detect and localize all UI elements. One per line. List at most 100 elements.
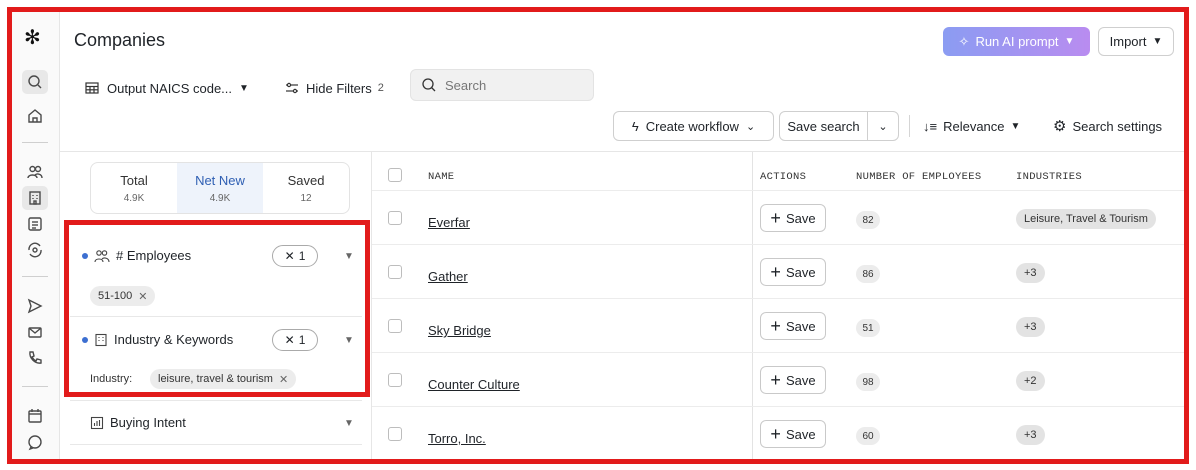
chevron-down-icon: ▼ bbox=[1152, 36, 1163, 47]
run-ai-prompt-label: Run AI prompt bbox=[975, 34, 1059, 49]
select-all-checkbox[interactable] bbox=[388, 168, 402, 182]
filter-employees-label: # Employees bbox=[116, 248, 192, 263]
send-icon[interactable] bbox=[22, 294, 48, 318]
industry-badge[interactable]: +3 bbox=[1016, 263, 1045, 283]
chevron-down-icon[interactable]: ▼ bbox=[344, 335, 354, 346]
chat-icon[interactable] bbox=[22, 430, 48, 454]
column-header-name[interactable]: NAME bbox=[428, 171, 454, 183]
output-naics-label: Output NAICS code... bbox=[107, 80, 233, 96]
save-company-button[interactable]: + Save bbox=[760, 204, 826, 232]
industry-badge[interactable]: +3 bbox=[1016, 425, 1045, 445]
close-icon[interactable]: ✕ bbox=[279, 373, 288, 386]
home-icon[interactable] bbox=[22, 104, 48, 128]
import-button[interactable]: Import ▼ bbox=[1098, 27, 1174, 56]
segment-label: Saved bbox=[287, 172, 325, 188]
left-rail: ✻ bbox=[12, 12, 60, 459]
toolbar-divider bbox=[909, 115, 910, 137]
hide-filters-button[interactable]: Hide Filters 2 bbox=[284, 75, 384, 101]
people-icon[interactable] bbox=[22, 160, 48, 184]
sort-icon: ↓≡ bbox=[923, 118, 938, 134]
company-name-link[interactable]: Sky Bridge bbox=[428, 323, 491, 338]
chevron-down-icon[interactable]: ▼ bbox=[344, 418, 354, 429]
close-icon[interactable]: ✕ bbox=[138, 290, 147, 303]
segment-total[interactable]: Total 4.9K bbox=[91, 163, 177, 213]
filter-buying-title: Buying Intent bbox=[90, 415, 186, 430]
employees-chip[interactable]: 51-100 ✕ bbox=[90, 286, 156, 306]
calendar-icon[interactable] bbox=[22, 404, 48, 428]
chevron-down-icon[interactable]: ▼ bbox=[344, 251, 354, 262]
industry-count-pill[interactable]: ✕ 1 bbox=[272, 329, 318, 351]
filter-employees-title: # Employees bbox=[82, 248, 191, 263]
column-header-employees[interactable]: NUMBER OF EMPLOYEES bbox=[856, 171, 981, 183]
save-company-button[interactable]: + Save bbox=[760, 312, 826, 340]
table-row[interactable]: Torro, Inc. + Save 60 +3 bbox=[372, 406, 1184, 459]
chevron-down-icon: ⌄ bbox=[878, 120, 888, 133]
app-logo-icon[interactable]: ✻ bbox=[24, 28, 41, 48]
employees-count-pill[interactable]: ✕ 1 bbox=[272, 245, 318, 267]
row-checkbox[interactable] bbox=[388, 265, 402, 279]
results-table: NAME ACTIONS NUMBER OF EMPLOYEES INDUSTR… bbox=[372, 151, 1184, 459]
search-settings-label: Search settings bbox=[1072, 118, 1163, 134]
create-workflow-label: Create workflow bbox=[645, 118, 739, 134]
building-icon[interactable] bbox=[22, 186, 48, 210]
sync-icon[interactable] bbox=[22, 238, 48, 262]
save-company-button[interactable]: + Save bbox=[760, 258, 826, 286]
column-header-industries[interactable]: INDUSTRIES bbox=[1016, 171, 1082, 183]
output-naics-dropdown[interactable]: Output NAICS code... ▼ bbox=[84, 75, 249, 101]
building-icon bbox=[95, 333, 107, 346]
chevron-down-icon: ▼ bbox=[1010, 120, 1021, 132]
run-ai-prompt-button[interactable]: ✧ Run AI prompt ▼ bbox=[943, 27, 1090, 56]
industry-chip[interactable]: leisure, travel & tourism ✕ bbox=[150, 369, 297, 389]
table-row[interactable]: Sky Bridge + Save 51 +3 bbox=[372, 298, 1184, 352]
phone-icon[interactable] bbox=[22, 346, 48, 370]
save-company-button[interactable]: + Save bbox=[760, 366, 826, 394]
chevron-down-icon: ⌄ bbox=[745, 120, 756, 133]
save-label: Save bbox=[785, 372, 816, 388]
segment-count: 4.9K bbox=[209, 192, 231, 204]
search-icon[interactable] bbox=[22, 70, 48, 94]
employee-count-badge: 82 bbox=[856, 211, 880, 229]
segment-count: 12 bbox=[300, 192, 312, 204]
search-input[interactable] bbox=[445, 77, 575, 93]
search-settings-button[interactable]: ⚙ Search settings bbox=[1053, 111, 1162, 141]
table-row[interactable]: Gather + Save 86 +3 bbox=[372, 244, 1184, 298]
filter-panel: Total 4.9K Net New 4.9K Saved 12 # Emplo… bbox=[60, 151, 372, 459]
row-checkbox[interactable] bbox=[388, 211, 402, 225]
create-workflow-button[interactable]: ϟ Create workflow ⌄ bbox=[613, 111, 774, 141]
sort-relevance-dropdown[interactable]: ↓≡ Relevance ▼ bbox=[923, 111, 1020, 141]
employees-count: 1 bbox=[298, 249, 306, 263]
company-name-link[interactable]: Torro, Inc. bbox=[428, 431, 486, 446]
save-search-button[interactable]: Save search bbox=[780, 112, 868, 140]
filter-count: 2 bbox=[377, 82, 384, 94]
row-checkbox[interactable] bbox=[388, 319, 402, 333]
company-name-link[interactable]: Counter Culture bbox=[428, 377, 520, 392]
list-icon[interactable] bbox=[22, 212, 48, 236]
save-search-options-button[interactable]: ⌄ bbox=[868, 112, 898, 140]
industry-sub-label: Industry: bbox=[90, 373, 133, 385]
chevron-down-icon: ▼ bbox=[1064, 36, 1075, 47]
search-icon bbox=[422, 78, 436, 92]
filter-buying-label: Buying Intent bbox=[110, 415, 186, 430]
industry-badge[interactable]: Leisure, Travel & Tourism bbox=[1016, 209, 1156, 229]
row-checkbox[interactable] bbox=[388, 373, 402, 387]
active-dot-icon bbox=[82, 336, 88, 343]
employee-count-badge: 86 bbox=[856, 265, 880, 283]
table-row[interactable]: Counter Culture + Save 98 +2 bbox=[372, 352, 1184, 406]
search-field[interactable] bbox=[410, 69, 594, 101]
save-company-button[interactable]: + Save bbox=[760, 420, 826, 448]
company-name-link[interactable]: Gather bbox=[428, 269, 468, 284]
table-row[interactable]: Everfar + Save 82 Leisure, Travel & Tour… bbox=[372, 190, 1184, 244]
industry-badge[interactable]: +2 bbox=[1016, 371, 1045, 391]
industry-badge[interactable]: +3 bbox=[1016, 317, 1045, 337]
relevance-label: Relevance bbox=[943, 118, 1005, 134]
save-label: Save bbox=[785, 318, 816, 334]
company-name-link[interactable]: Everfar bbox=[428, 215, 470, 230]
mail-icon[interactable] bbox=[22, 320, 48, 344]
segment-net-new[interactable]: Net New 4.9K bbox=[177, 163, 263, 213]
segment-saved[interactable]: Saved 12 bbox=[263, 163, 349, 213]
hide-filters-label: Hide Filters bbox=[306, 80, 372, 96]
row-checkbox[interactable] bbox=[388, 427, 402, 441]
save-search-label: Save search bbox=[787, 118, 860, 134]
lightning-icon: ϟ bbox=[631, 118, 639, 134]
page-title: Companies bbox=[74, 30, 166, 50]
